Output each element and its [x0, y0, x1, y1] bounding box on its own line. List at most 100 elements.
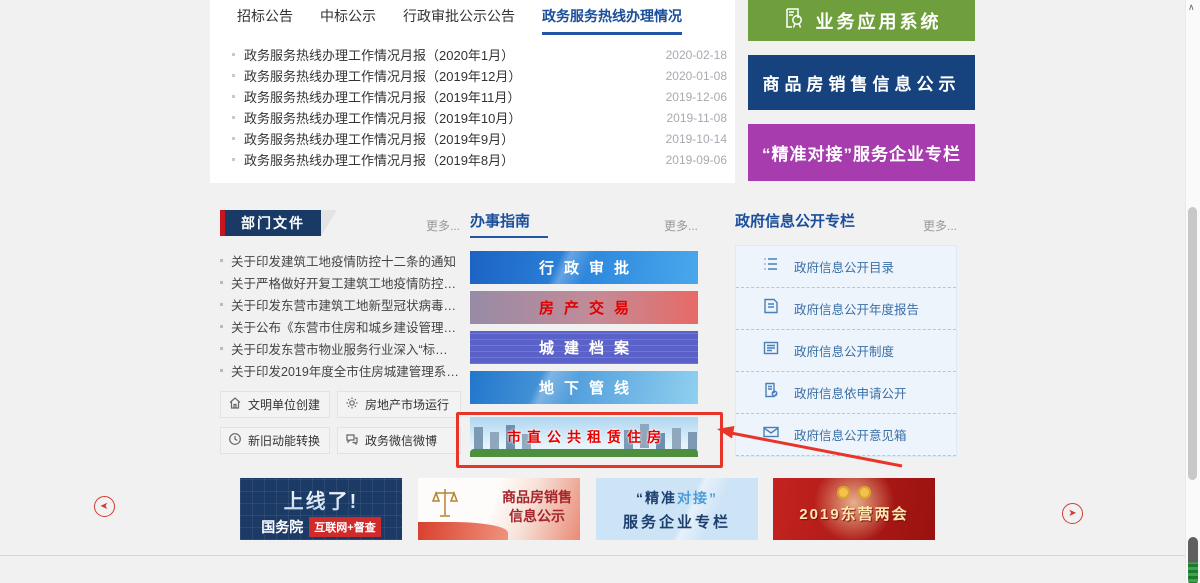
banner-headline: 2019东营两会 — [773, 503, 935, 524]
carousel-banner-sales-info[interactable]: 商品房销售 信息公示 — [418, 478, 580, 540]
carousel-banner-gov-online[interactable]: 上线了! 国务院 互联网+督查 — [240, 478, 402, 540]
title-underline — [470, 236, 548, 238]
quicklink-energy-conversion[interactable]: 新旧动能转换 — [220, 427, 330, 454]
banner-property-transaction[interactable]: 房产交易 — [470, 291, 698, 324]
list-item[interactable]: 政务服务热线办理工作情况月报（2019年10月） 2019-11-08 — [232, 107, 727, 128]
bullet-icon — [220, 281, 223, 284]
info-item-system[interactable]: 政府信息公开制度 — [736, 330, 956, 372]
banner-urban-archives[interactable]: 城建档案 — [470, 331, 698, 364]
bullet-icon — [232, 137, 235, 140]
quicklink-label: 新旧动能转换 — [248, 432, 320, 449]
bullet-icon — [232, 95, 235, 98]
gov-info-disclosure-section: 政府信息公开专栏 更多... 政府信息公开目录 政府信息公开年度报告 — [735, 210, 957, 460]
gear-icon — [345, 396, 359, 413]
tab-admin-approval[interactable]: 行政审批公示公告 — [403, 6, 515, 35]
button-label: “精准对接”服务企业专栏 — [762, 140, 961, 165]
banner-badge: 互联网+督查 — [309, 517, 380, 537]
item-title: 政务服务热线办理工作情况月报（2019年11月） — [244, 87, 656, 106]
bullet-icon — [220, 347, 223, 350]
document-icon — [762, 339, 780, 362]
item-title: 关于印发东营市建筑工地新型冠状病毒感染肺炎... — [231, 295, 460, 314]
clock-icon — [228, 432, 242, 449]
notice-tab-panel: 招标公告 中标公示 行政审批公示公告 政务服务热线办理情况 政务服务热线办理工作… — [210, 0, 735, 183]
more-link[interactable]: 更多... — [923, 217, 957, 234]
banner-label: 市直公共租赁住房 — [501, 427, 667, 447]
bullet-icon — [232, 53, 235, 56]
list-item[interactable]: 政务服务热线办理工作情况月报（2020年1月） 2020-02-18 — [232, 44, 727, 65]
button-label: 业务应用系统 — [816, 8, 942, 34]
list-item[interactable]: 政务服务热线办理工作情况月报（2019年12月） 2020-01-08 — [232, 65, 727, 86]
section-header: 部门文件 — [220, 210, 460, 236]
quicklink-label: 文明单位创建 — [248, 396, 320, 413]
banner-admin-approval[interactable]: 行政审批 — [470, 251, 698, 284]
info-item-suggestion-box[interactable]: 政府信息公开意见箱 — [736, 414, 956, 456]
more-link[interactable]: 更多... — [426, 217, 460, 234]
scrollbar-up-icon[interactable]: ∧ — [1188, 2, 1195, 13]
item-title: 关于印发建筑工地疫情防控十二条的通知 — [231, 251, 456, 270]
list-item[interactable]: 关于公布《东营市住房和城乡建设管理局权责清... — [220, 315, 460, 337]
chat-icon — [345, 432, 359, 449]
bullet-icon — [232, 116, 235, 119]
list-item[interactable]: 政务服务热线办理工作情况月报（2019年11月） 2019-12-06 — [232, 86, 727, 107]
quicklink-real-estate-market[interactable]: 房地产市场运行 — [337, 391, 461, 418]
quicklink-civilized-unit[interactable]: 文明单位创建 — [220, 391, 330, 418]
info-item-on-request[interactable]: 政府信息依申请公开 — [736, 372, 956, 414]
item-title: 政务服务热线办理工作情况月报（2019年12月） — [244, 66, 656, 85]
carousel-next-button[interactable]: ➤ — [1062, 503, 1083, 524]
section-title: 部门文件 — [225, 210, 321, 236]
commercial-housing-sales-button[interactable]: 商品房销售信息公示 — [748, 55, 975, 110]
list-item[interactable]: 关于印发东营市建筑工地新型冠状病毒感染肺炎... — [220, 293, 460, 315]
banner-subtext: 国务院 — [261, 517, 303, 537]
item-title: 政务服务热线办理工作情况月报（2020年1月） — [244, 45, 656, 64]
department-files-section: 部门文件 更多... 关于印发建筑工地疫情防控十二条的通知 关于严格做好开复工建… — [220, 210, 460, 460]
business-application-system-button[interactable]: 业务应用系统 — [748, 0, 975, 41]
quicklink-wechat-weibo[interactable]: 政务微信微博 — [337, 427, 461, 454]
banner-subtext: 信息公示 — [502, 507, 572, 526]
list-icon — [762, 255, 780, 278]
house-icon — [228, 396, 242, 413]
banner-public-rental-housing[interactable]: 市直公共租赁住房 — [470, 417, 698, 457]
tab-hotline-status[interactable]: 政务服务热线办理情况 — [542, 6, 682, 35]
info-item-label: 政府信息公开意见箱 — [794, 425, 907, 444]
carousel-banner-two-sessions[interactable]: 2019东营两会 — [773, 478, 935, 540]
item-title: 政务服务热线办理工作情况月报（2019年10月） — [244, 108, 657, 127]
more-link[interactable]: 更多... — [664, 217, 698, 234]
tab-winning-bids[interactable]: 中标公示 — [320, 6, 376, 35]
list-item[interactable]: 政务服务热线办理工作情况月报（2019年9月） 2019-10-14 — [232, 128, 727, 149]
tab-bid-announcements[interactable]: 招标公告 — [237, 6, 293, 35]
item-date: 2019-11-08 — [667, 111, 728, 125]
item-date: 2020-02-18 — [666, 48, 727, 62]
list-item[interactable]: 关于印发2019年度全市住房城建管理系统“安... — [220, 359, 460, 381]
national-emblem-icon — [837, 486, 850, 499]
scales-icon — [430, 486, 460, 527]
banner-label: 城建档案 — [529, 337, 639, 358]
carousel-prev-button[interactable]: ➤ — [94, 496, 115, 517]
list-item[interactable]: 政务服务热线办理工作情况月报（2019年8月） 2019-09-06 — [232, 149, 727, 170]
arrow-left-icon: ➤ — [100, 501, 108, 512]
info-item-label: 政府信息公开目录 — [794, 257, 894, 276]
info-item-annual-report[interactable]: 政府信息公开年度报告 — [736, 288, 956, 330]
info-item-directory[interactable]: 政府信息公开目录 — [736, 246, 956, 288]
list-item[interactable]: 关于印发建筑工地疫情防控十二条的通知 — [220, 249, 460, 271]
button-label: 商品房销售信息公示 — [763, 70, 961, 95]
info-panel: 政府信息公开目录 政府信息公开年度报告 政府信息公开制度 — [735, 245, 957, 457]
scroll-widget[interactable] — [1188, 537, 1198, 583]
item-title: 关于公布《东营市住房和城乡建设管理局权责清... — [231, 317, 460, 336]
precise-connection-column-button[interactable]: “精准对接”服务企业专栏 — [748, 124, 975, 181]
bullet-icon — [220, 303, 223, 306]
banner-underground-pipelines[interactable]: 地下管线 — [470, 371, 698, 404]
item-title: 关于严格做好开复工建筑工地疫情防控工作的通知 — [231, 273, 460, 292]
info-item-label: 政府信息依申请公开 — [794, 383, 907, 402]
banner-headline-highlight: 对接” — [677, 490, 718, 506]
item-date: 2019-10-14 — [666, 132, 727, 146]
item-title: 关于印发东营市物业服务行业深入“标准建设年... — [231, 339, 460, 358]
page-divider — [0, 555, 1186, 556]
list-item[interactable]: 关于印发东营市物业服务行业深入“标准建设年... — [220, 337, 460, 359]
list-item[interactable]: 关于严格做好开复工建筑工地疫情防控工作的通知 — [220, 271, 460, 293]
bullet-icon — [220, 259, 223, 262]
tab-bar: 招标公告 中标公示 行政审批公示公告 政务服务热线办理情况 — [210, 0, 735, 35]
item-date: 2019-12-06 — [666, 90, 727, 104]
scrollbar-thumb[interactable] — [1188, 207, 1197, 480]
certificate-icon — [782, 6, 806, 35]
carousel-banner-precise-connect[interactable]: “精准对接” 服务企业专栏 — [596, 478, 758, 540]
